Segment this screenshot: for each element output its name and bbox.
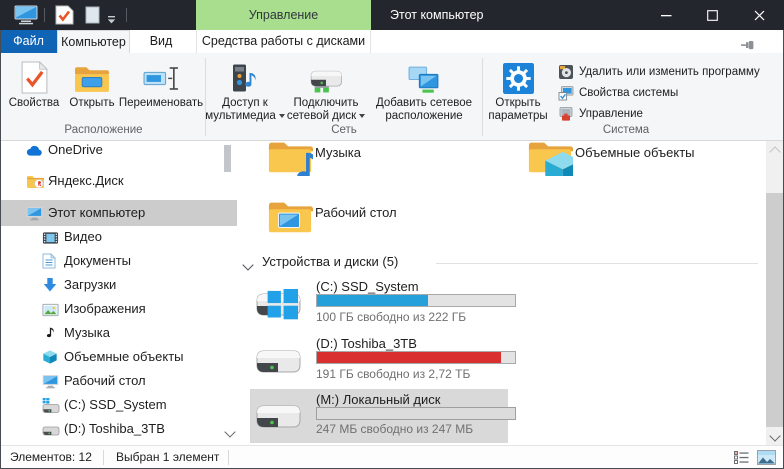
thumbnails-view-icon: [757, 450, 776, 465]
sidebar-item-yandex-disk[interactable]: Яндекс.Диск: [0, 169, 237, 193]
maximize-icon: [707, 10, 718, 21]
network-location-icon: [407, 58, 442, 94]
system-drive-icon: [42, 397, 59, 413]
open-folder-icon: [74, 58, 111, 94]
sidebar-item-downloads[interactable]: Загрузки: [0, 273, 237, 297]
section-devices-header[interactable]: Устройства и диски (5): [244, 254, 252, 272]
media-server-icon: [230, 58, 260, 94]
tab-computer[interactable]: Компьютер: [57, 30, 130, 53]
folder-tile-3d-objects[interactable]: Объемные объекты: [510, 141, 760, 188]
section-divider-line: [436, 263, 758, 264]
drive-d-icon: [254, 345, 302, 379]
qat-properties-icon[interactable]: [55, 5, 74, 30]
drive-m-icon: [254, 400, 302, 434]
uninstall-program-button[interactable]: Удалить или изменить программу: [558, 63, 760, 80]
sidebar-item-onedrive[interactable]: OneDrive: [0, 141, 237, 162]
drive-usage-bar: [316, 351, 516, 364]
qat-new-item-icon[interactable]: [85, 6, 100, 29]
properties-icon: [21, 58, 48, 94]
contextual-tab-manage[interactable]: Управление: [196, 0, 371, 30]
yandex-disk-icon: [26, 173, 43, 189]
minimize-icon: [661, 10, 672, 21]
3d-cube-icon: [42, 349, 59, 365]
details-view-icon: [734, 451, 749, 464]
onedrive-icon: [26, 142, 43, 158]
this-pc-icon: [26, 205, 43, 221]
dropdown-arrow-icon: [359, 114, 365, 118]
titlebar-separator: [44, 8, 45, 22]
statusbar-separator: [103, 450, 104, 465]
settings-gear-icon: [503, 58, 534, 94]
this-pc-window-icon: [14, 5, 38, 30]
tab-view[interactable]: Вид: [130, 30, 192, 53]
close-icon: [754, 10, 765, 21]
network-drive-icon: [309, 58, 343, 94]
music-note-icon: [42, 325, 59, 341]
sidebar-item-3d-objects[interactable]: Объемные объекты: [0, 345, 237, 369]
downloads-icon: [42, 277, 59, 293]
file-menu-button[interactable]: Файл: [0, 30, 57, 53]
sidebar-item-music[interactable]: Музыка: [0, 321, 237, 345]
drive-icon: [42, 421, 59, 437]
sidebar-item-pictures[interactable]: Изображения: [0, 297, 237, 321]
details-view-button[interactable]: [730, 449, 752, 466]
thumbnails-view-button[interactable]: [755, 449, 777, 466]
explorer-window: Управление Этот компьютер Файл Компьютер…: [0, 0, 784, 469]
statusbar: Элементов: 12 Выбран 1 элемент: [0, 445, 784, 469]
uninstall-program-icon: [558, 64, 574, 80]
selection-count: Выбран 1 элемент: [116, 446, 219, 469]
ribbon: Свойства Открыть: [0, 53, 784, 141]
documents-icon: [42, 253, 59, 269]
content-area: OneDrive Яндекс.Диск Этот компьютер Виде…: [0, 141, 784, 445]
sidebar-item-drive-d[interactable]: (D:) Toshiba_3TB: [0, 417, 237, 441]
ribbon-tab-bar: Файл Компьютер Вид Средства работы с дис…: [0, 30, 784, 53]
music-folder-icon: [267, 141, 313, 176]
sidebar-item-documents[interactable]: Документы: [0, 249, 237, 273]
tab-disk-tools[interactable]: Средства работы с дисками: [196, 30, 371, 53]
folder-tile-desktop[interactable]: Рабочий стол: [250, 194, 500, 246]
drive-c-icon: [254, 288, 302, 322]
titlebar: Управление Этот компьютер: [0, 0, 784, 30]
rename-icon: [143, 58, 180, 94]
desktop-icon: [42, 373, 59, 389]
qat-customize-chevron-icon[interactable]: [107, 11, 116, 29]
drive-usage-bar: [316, 294, 516, 307]
folder-tile-music[interactable]: Музыка: [250, 141, 500, 188]
statusbar-separator: [228, 450, 229, 465]
minimize-button[interactable]: [643, 0, 689, 30]
items-count: Элементов: 12: [10, 446, 92, 469]
section-collapse-chevron-icon[interactable]: [242, 259, 253, 270]
drive-tile-m-selected[interactable]: (M:) Локальный диск 247 МБ свободно из 2…: [250, 389, 508, 443]
videos-icon: [42, 229, 59, 245]
dropdown-arrow-icon: [279, 114, 285, 118]
system-properties-button[interactable]: Свойства системы: [558, 84, 678, 101]
drive-usage-bar: [316, 407, 516, 420]
scroll-up-icon[interactable]: [769, 146, 780, 157]
group-label-system: Система: [482, 123, 770, 137]
manage-button[interactable]: Управление: [558, 105, 643, 122]
vertical-scrollbar[interactable]: [766, 141, 783, 445]
scrollbar-thumb[interactable]: [766, 193, 783, 427]
sidebar-item-this-pc[interactable]: Этот компьютер: [0, 201, 237, 225]
manage-icon: [558, 106, 574, 122]
3d-objects-folder-icon: [527, 141, 573, 176]
group-label-location: Расположение: [2, 123, 205, 137]
sidebar-item-videos[interactable]: Видео: [0, 225, 237, 249]
drive-tile-d[interactable]: (D:) Toshiba_3TB 191 ГБ свободно из 2,72…: [250, 333, 508, 386]
window-title: Этот компьютер: [390, 0, 483, 30]
group-label-network: Сеть: [206, 123, 482, 137]
titlebar-separator: [126, 8, 127, 22]
drive-tile-c[interactable]: (C:) SSD_System 100 ГБ свободно из 222 Г…: [250, 277, 508, 330]
pictures-icon: [42, 301, 59, 317]
desktop-folder-icon: [267, 196, 313, 236]
close-button[interactable]: [735, 0, 784, 30]
sidebar-item-drive-c[interactable]: (C:) SSD_System: [0, 393, 237, 417]
system-properties-icon: [558, 85, 574, 101]
window-border: [0, 30, 1, 469]
sidebar-scrollbar-thumb[interactable]: [224, 145, 231, 172]
maximize-button[interactable]: [689, 0, 735, 30]
sidebar-item-desktop[interactable]: Рабочий стол: [0, 369, 237, 393]
scroll-down-icon[interactable]: [769, 430, 780, 441]
